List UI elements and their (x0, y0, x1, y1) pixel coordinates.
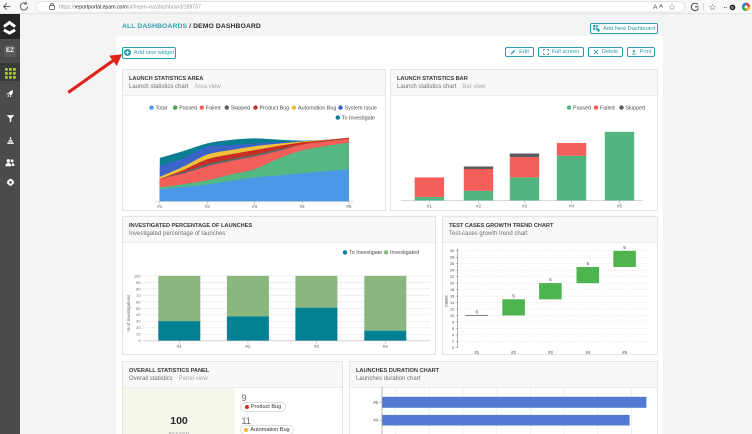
svg-text:#4: #4 (569, 203, 575, 208)
svg-text:70: 70 (136, 293, 141, 298)
svg-text:System Issue: System Issue (345, 105, 377, 111)
svg-text:12: 12 (450, 307, 454, 311)
svg-text:#1: #1 (157, 204, 163, 209)
svg-text:#4: #4 (300, 204, 306, 209)
svg-text:5: 5 (512, 293, 515, 298)
svg-text:#3: #3 (252, 204, 258, 209)
svg-text:Passed: Passed (179, 105, 197, 111)
svg-text:#2: #2 (245, 344, 251, 349)
svg-text:4: 4 (452, 333, 454, 337)
svg-text:2: 2 (452, 340, 454, 344)
svg-text:90: 90 (136, 280, 141, 285)
svg-text:Skipped: Skipped (626, 105, 645, 111)
svg-text:40: 40 (136, 312, 141, 317)
svg-text:20: 20 (450, 282, 454, 286)
svg-text:0: 0 (452, 346, 454, 350)
svg-text:A: A (653, 4, 658, 11)
svg-text:5: 5 (587, 261, 590, 266)
svg-text:..: .. (724, 3, 728, 10)
svg-text:% of investigations: % of investigations (126, 294, 131, 331)
svg-text:☆: ☆ (668, 2, 676, 12)
svg-text:8: 8 (452, 320, 454, 324)
svg-text:20: 20 (136, 325, 141, 330)
svg-text:Total: Total (156, 105, 167, 111)
svg-text:Failed: Failed (206, 105, 221, 111)
svg-text:18: 18 (450, 288, 454, 292)
svg-text:#4: #4 (585, 350, 590, 355)
svg-text:#3: #3 (314, 344, 320, 349)
svg-text:9: 9 (731, 5, 734, 10)
svg-text:Failed: Failed (600, 105, 615, 111)
svg-text:6: 6 (452, 327, 454, 331)
svg-text:Automation Bug: Automation Bug (298, 105, 336, 111)
svg-text:30: 30 (136, 319, 141, 324)
svg-text:10: 10 (136, 332, 141, 337)
svg-text:#1: #1 (427, 203, 433, 208)
svg-text:Investigated: Investigated (390, 250, 419, 256)
svg-text:https://reportportal.epam.com/: https://reportportal.epam.com/ui/#epm-xy… (59, 5, 201, 11)
svg-text:60: 60 (136, 299, 141, 304)
svg-text:0: 0 (138, 338, 141, 343)
svg-text:#2: #2 (476, 203, 482, 208)
svg-text:#3: #3 (522, 203, 528, 208)
svg-text:5: 5 (623, 245, 626, 250)
svg-text:#3: #3 (548, 350, 553, 355)
svg-text:30: 30 (450, 249, 454, 253)
svg-text:10: 10 (450, 314, 454, 318)
svg-text:14: 14 (450, 301, 454, 305)
svg-text:100: 100 (134, 273, 141, 278)
svg-text:#4: #4 (383, 344, 389, 349)
svg-text:#4: #4 (373, 418, 378, 423)
svg-text:To Investigate: To Investigate (342, 115, 375, 121)
svg-text:24: 24 (450, 269, 454, 273)
svg-text:#5: #5 (617, 203, 623, 208)
svg-text:cases: cases (444, 294, 449, 306)
svg-text:☆: ☆ (709, 2, 717, 12)
svg-text:0: 0 (476, 310, 479, 315)
svg-text:26: 26 (450, 262, 454, 266)
svg-text:22: 22 (450, 275, 454, 279)
svg-text:28: 28 (450, 256, 454, 260)
svg-text:To Investigate: To Investigate (349, 250, 382, 256)
svg-text:#5: #5 (373, 400, 378, 405)
svg-text:#1: #1 (474, 350, 479, 355)
svg-text:16: 16 (450, 295, 454, 299)
svg-text:#5: #5 (622, 350, 627, 355)
svg-text:#2: #2 (205, 204, 211, 209)
svg-text:#2: #2 (511, 350, 516, 355)
svg-text:Passed: Passed (573, 105, 591, 111)
svg-text:Skipped: Skipped (231, 105, 250, 111)
svg-text:80: 80 (136, 286, 141, 291)
svg-text:#5: #5 (346, 204, 352, 209)
svg-text:5: 5 (549, 277, 552, 282)
svg-text:Product Bug: Product Bug (260, 105, 290, 111)
svg-text:#1: #1 (177, 344, 183, 349)
svg-text:50: 50 (136, 306, 141, 311)
